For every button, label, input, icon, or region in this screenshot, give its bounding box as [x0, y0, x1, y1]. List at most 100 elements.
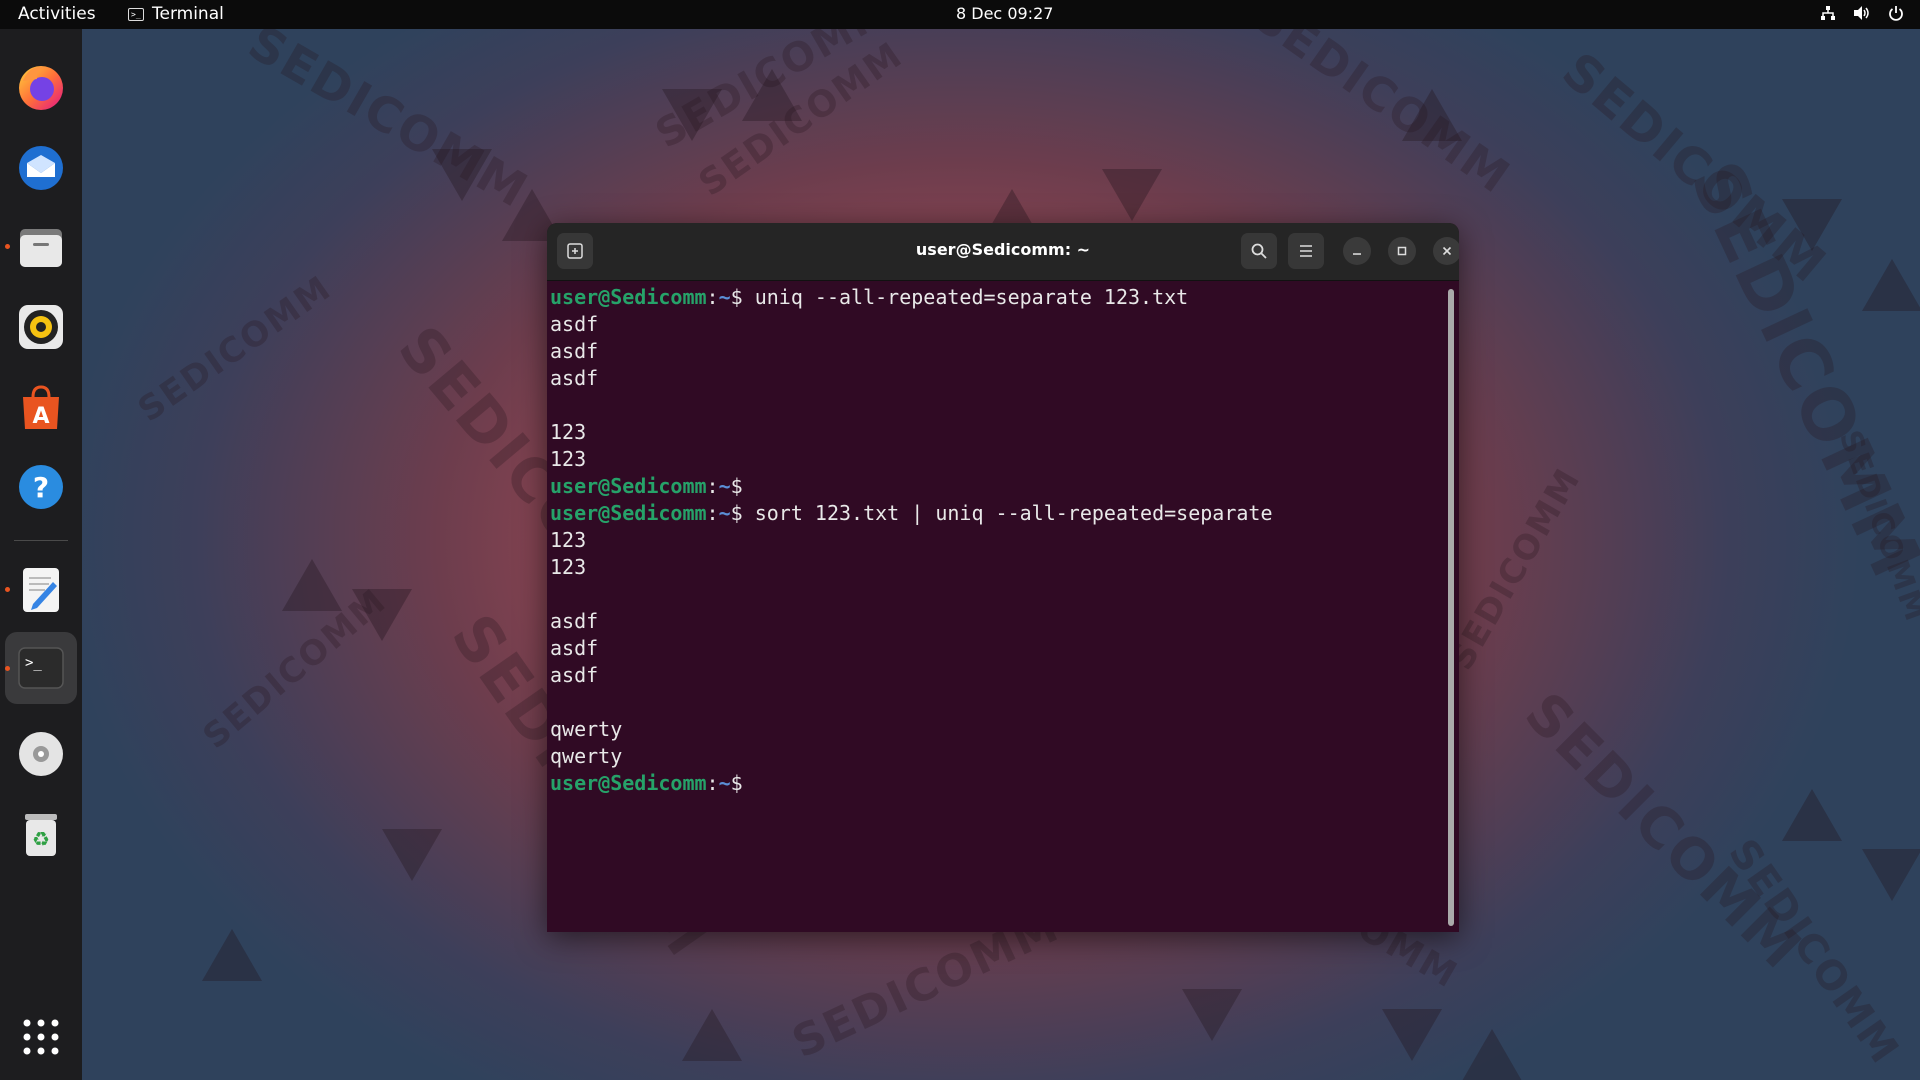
terminal-prompt-line: user@Sedicomm:~$ uniq --all-repeated=sep… [550, 285, 1189, 309]
dock-trash[interactable]: ♻ [13, 806, 69, 862]
help-icon: ? [19, 465, 63, 509]
new-tab-button[interactable] [557, 233, 593, 269]
dock-disc[interactable] [13, 726, 69, 782]
rhythmbox-icon [19, 305, 63, 349]
search-button[interactable] [1241, 233, 1277, 269]
terminal-output-line: asdf [550, 312, 599, 336]
wallpaper-triangle [432, 149, 492, 201]
system-tray[interactable] [1818, 3, 1906, 23]
terminal-output-line: asdf [550, 366, 599, 390]
svg-text:A: A [32, 404, 49, 429]
terminal-output-line: asdf [550, 339, 599, 363]
new-tab-icon [567, 243, 583, 259]
wallpaper-triangle [742, 69, 802, 121]
wallpaper-triangle [282, 559, 342, 611]
dock: A ? >_ ♻ [0, 29, 82, 1080]
close-button[interactable] [1433, 237, 1459, 265]
wallpaper-triangle [1862, 259, 1920, 311]
disc-icon [19, 732, 63, 776]
prompt-user: user@Sedicomm [550, 285, 707, 309]
terminal-output-line: 123 [550, 420, 587, 444]
top-bar: Activities >_ Terminal 8 Dec 09:27 [0, 0, 1920, 29]
wallpaper-triangle [1862, 849, 1920, 901]
terminal-prompt-line: user@Sedicomm:~$ [550, 771, 743, 795]
close-icon [1442, 246, 1452, 256]
firefox-icon [19, 66, 63, 110]
command-text: sort 123.txt | uniq --all-repeated=separ… [742, 501, 1273, 525]
dock-app-center[interactable]: A [13, 379, 69, 435]
svg-text:>_: >_ [25, 655, 42, 671]
dock-show-apps[interactable] [13, 1009, 69, 1065]
terminal-output-line: 123 [550, 555, 587, 579]
wallpaper-triangle [662, 89, 722, 141]
prompt-path: ~ [718, 771, 731, 795]
wallpaper-triangle [1402, 89, 1462, 141]
terminal-output-line: 123 [550, 447, 587, 471]
terminal-output-line: qwerty [550, 717, 623, 741]
dock-rhythmbox[interactable] [13, 299, 69, 355]
app-menu-terminal[interactable]: >_ Terminal [128, 4, 224, 24]
prompt-user: user@Sedicomm [550, 501, 707, 525]
wallpaper-triangle [352, 589, 412, 641]
terminal-output-line: asdf [550, 663, 599, 687]
terminal-window[interactable]: user@Sedicomm: ~ user@Sedicomm:~$ uniq -… [547, 223, 1459, 932]
wallpaper-watermark: SEDICOMM [238, 29, 538, 220]
hamburger-menu-icon [1300, 245, 1312, 257]
terminal-prompt-line: user@Sedicomm:~$ [550, 474, 743, 498]
text-editor-icon [23, 568, 59, 612]
terminal-output-line: asdf [550, 636, 599, 660]
prompt-path: ~ [718, 501, 731, 525]
wallpaper-triangle [1382, 1009, 1442, 1061]
terminal-scrollbar[interactable] [1448, 289, 1454, 926]
prompt-path: ~ [718, 285, 731, 309]
dock-text-editor[interactable] [5, 562, 69, 618]
maximize-button[interactable] [1388, 237, 1416, 265]
wallpaper-watermark: SEDICOMM [1441, 461, 1589, 677]
terminal-small-icon: >_ [128, 7, 144, 21]
running-indicator [5, 244, 10, 249]
wallpaper-watermark: SEDICOMM [1512, 680, 1815, 983]
minimize-button[interactable] [1343, 237, 1371, 265]
dock-firefox[interactable] [13, 59, 69, 115]
terminal-output-line: qwerty [550, 744, 623, 768]
running-indicator [5, 666, 10, 671]
terminal-prompt-line: user@Sedicomm:~$ sort 123.txt | uniq --a… [550, 501, 1273, 525]
window-headerbar[interactable]: user@Sedicomm: ~ [547, 223, 1459, 281]
dock-terminal[interactable]: >_ [5, 632, 77, 704]
maximize-icon [1397, 246, 1407, 256]
prompt-user: user@Sedicomm [550, 771, 707, 795]
terminal-output[interactable]: user@Sedicomm:~$ uniq --all-repeated=sep… [550, 280, 1440, 932]
dock-thunderbird[interactable] [13, 139, 69, 195]
activities-button[interactable]: Activities [18, 4, 96, 24]
terminal-icon: >_ [18, 647, 64, 689]
svg-text:♻: ♻ [32, 827, 50, 851]
network-icon[interactable] [1818, 3, 1838, 23]
wallpaper-triangle [1102, 169, 1162, 221]
app-center-icon: A [23, 385, 59, 429]
terminal-output-line: 123 [550, 528, 587, 552]
files-icon [20, 229, 62, 267]
show-apps-icon [23, 1019, 59, 1055]
app-menu-label: Terminal [152, 4, 224, 24]
prompt-user: user@Sedicomm [550, 474, 707, 498]
menu-button[interactable] [1288, 233, 1324, 269]
command-text: uniq --all-repeated=separate 123.txt [742, 285, 1189, 309]
minimize-icon [1353, 253, 1361, 255]
search-icon [1251, 243, 1267, 259]
trash-icon: ♻ [25, 814, 57, 856]
wallpaper-triangle [1782, 199, 1842, 251]
wallpaper-triangle [682, 1009, 742, 1061]
power-icon[interactable] [1886, 3, 1906, 23]
wallpaper-watermark: SEDICOMM [130, 267, 340, 431]
wallpaper-triangle [1782, 789, 1842, 841]
clock[interactable]: 8 Dec 09:27 [956, 4, 1053, 23]
dock-help[interactable]: ? [13, 459, 69, 515]
dock-files[interactable] [5, 219, 69, 275]
wallpaper-watermark: SEDICOMM [1243, 29, 1521, 205]
volume-icon[interactable] [1852, 3, 1872, 23]
prompt-path: ~ [718, 474, 731, 498]
thunderbird-icon [19, 146, 63, 190]
